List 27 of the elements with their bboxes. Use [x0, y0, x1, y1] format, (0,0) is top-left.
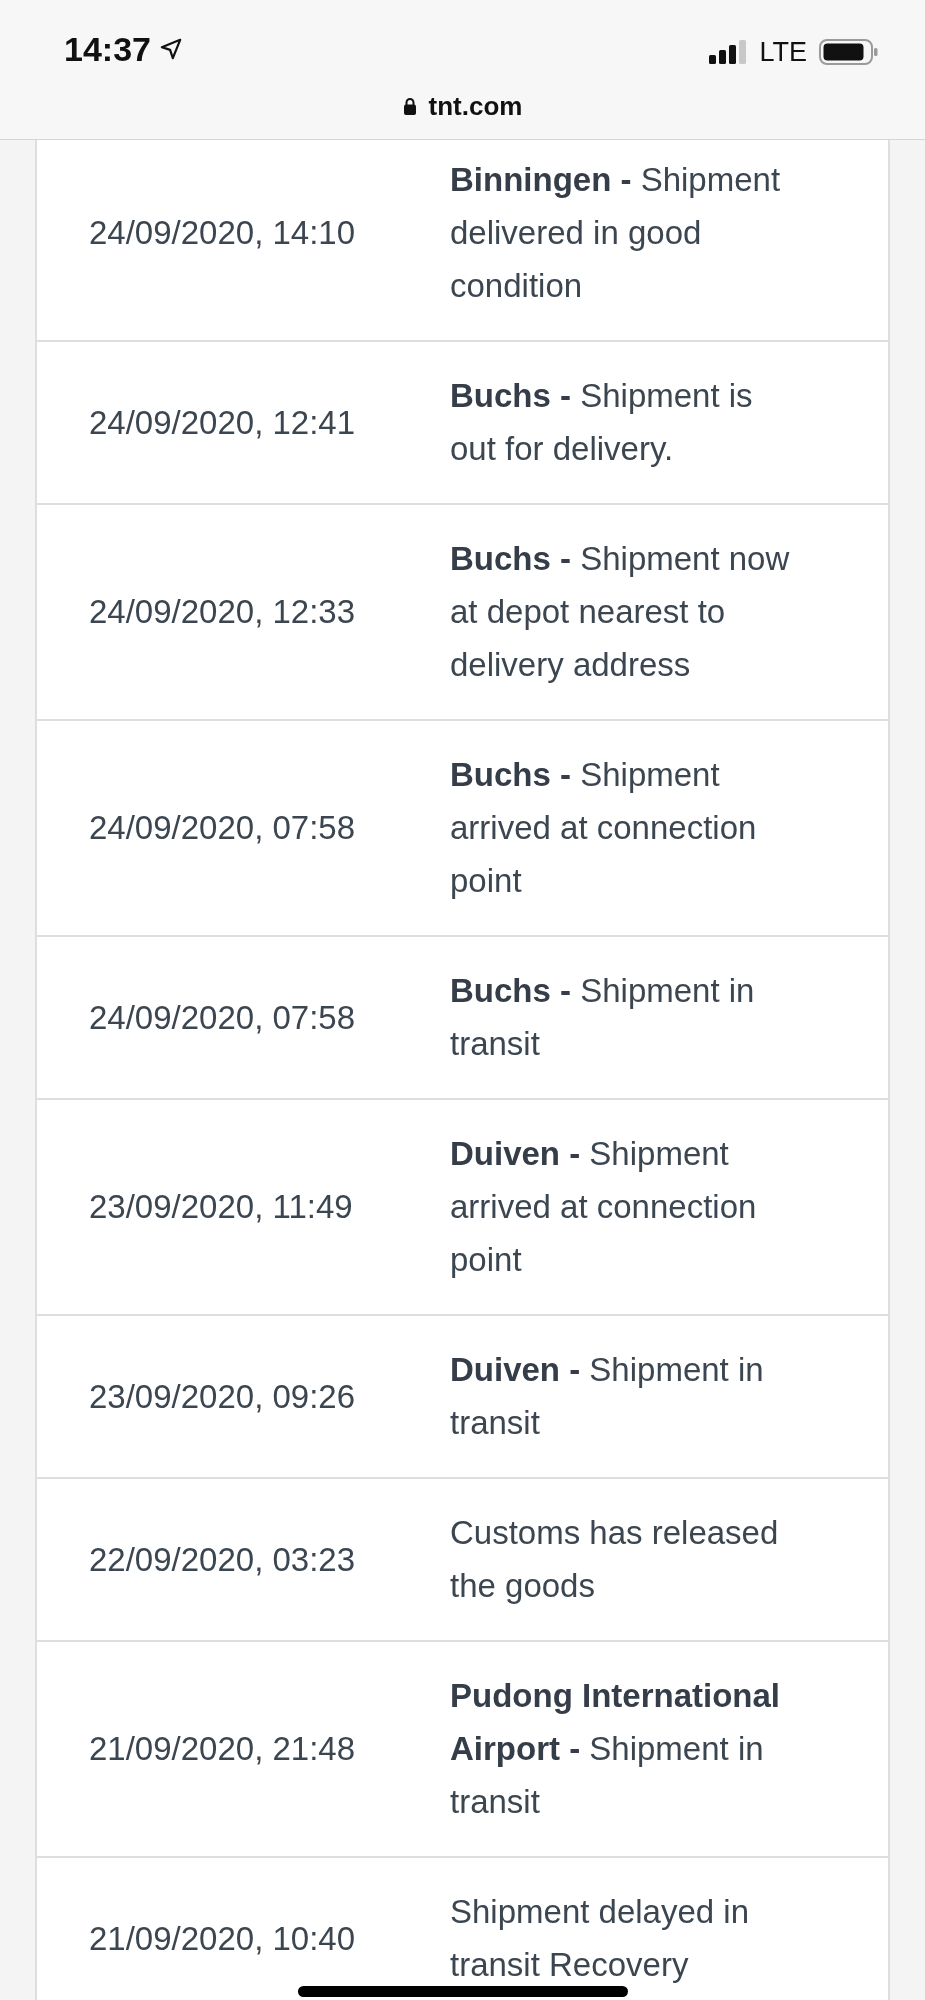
- event-status: Duiven - Shipment arrived at connection point: [450, 1134, 758, 1280]
- event-status: Pudong International Airport - Shipment in transit: [450, 1676, 781, 1822]
- event-status: Buchs - Shipment in transit: [450, 971, 756, 1064]
- event-date: 24/09/2020, 14:10: [89, 213, 356, 253]
- url-text[interactable]: tnt.com: [428, 90, 523, 121]
- event-date: 21/09/2020, 21:48: [89, 1729, 356, 1769]
- status-time: 14:37: [64, 30, 151, 68]
- battery-icon: [819, 39, 878, 65]
- event-date: 23/09/2020, 11:49: [89, 1187, 353, 1227]
- event-date: 22/09/2020, 03:23: [89, 1539, 356, 1580]
- event-status: Customs has released the goods: [450, 1513, 780, 1606]
- event-status: Buchs - Shipment now at depot nearest to delivery address: [450, 539, 791, 685]
- event-status: Binningen - Shipment delivered in good condition: [450, 160, 782, 306]
- event-date: 24/09/2020, 12:33: [89, 592, 356, 632]
- event-date: 24/09/2020, 07:58: [89, 997, 356, 1038]
- location-arrow-icon: [159, 38, 182, 60]
- event-date: 21/09/2020, 10:40: [89, 1918, 356, 1959]
- network-type: LTE: [759, 36, 807, 68]
- signal-icon: [709, 40, 748, 64]
- event-date: 24/09/2020, 07:58: [89, 808, 356, 848]
- event-date: 23/09/2020, 09:26: [89, 1376, 356, 1417]
- event-status: Shipment delayed in transit Recovery: [450, 1892, 751, 1985]
- lock-icon: [402, 96, 417, 115]
- event-status: Buchs - Shipment is out for delivery.: [450, 376, 754, 469]
- event-date: 24/09/2020, 12:41: [89, 402, 356, 443]
- event-status: Buchs - Shipment arrived at connection point: [450, 755, 758, 901]
- event-status: Duiven - Shipment in transit: [450, 1350, 765, 1443]
